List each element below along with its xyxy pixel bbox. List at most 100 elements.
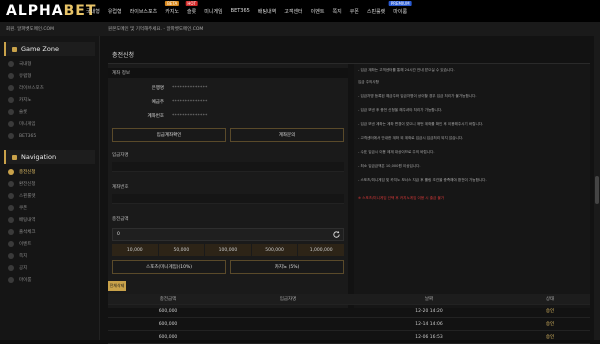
sidebar-item-slot[interactable]: 슬롯 <box>0 106 99 118</box>
sidebar: Game Zone 국내형 유럽형 라이브스포츠 카지노 슬롯 미니게임 BET… <box>0 36 100 340</box>
nav-item-support[interactable]: 고객센터 <box>280 0 306 22</box>
depositor-label: 입금자명 <box>112 153 129 158</box>
nav-item-casino[interactable]: BETA 카지노 <box>161 0 183 22</box>
sidebar-item-casino[interactable]: 카지노 <box>0 94 99 106</box>
history-icon <box>8 217 14 223</box>
info-line: - 최소 입금금액은 10,000원 이상입니다. <box>358 164 421 168</box>
main-content: 충전신청 계좌 정보 은행명 ************** 예금주 ********… <box>100 36 600 344</box>
info-line: 입금 주의사항 <box>358 80 379 84</box>
sidebar-item-minigame[interactable]: 미니게임 <box>0 118 99 130</box>
notice-bar: 회원. 알파벳도메인.COM 원본도메인 및 기억해주세요. - 알파벳도메인.… <box>0 22 600 36</box>
nav-item-live[interactable]: 라이브스포츠 <box>126 0 162 22</box>
account-number-input[interactable] <box>112 194 344 204</box>
depositor-input[interactable] <box>112 162 344 172</box>
nav-item-roulette[interactable]: 스핀룰렛 <box>363 0 389 22</box>
nav-item-message[interactable]: 쪽지 <box>328 0 345 22</box>
sidebar-item-event[interactable]: 이벤트 <box>0 238 99 250</box>
amount-50000-button[interactable]: 50,000 <box>158 244 206 256</box>
deposit-info-panel: - 입금 계좌는 고객센터를 통해 24시간 안내 받으실 수 있습니다. 입금… <box>354 64 590 308</box>
myroom-icon <box>8 277 14 283</box>
page-scrollbar[interactable] <box>594 36 600 340</box>
europe-icon <box>8 73 14 79</box>
deposit-icon <box>8 169 14 175</box>
sidebar-item-bet365[interactable]: BET365 <box>0 130 99 142</box>
sidebar-item-withdraw[interactable]: 환전신청 <box>0 178 99 190</box>
amount-500000-button[interactable]: 500,000 <box>251 244 299 256</box>
sidebar-item-europe[interactable]: 유럽형 <box>0 70 99 82</box>
delete-all-button[interactable]: 전체삭제 <box>108 281 126 291</box>
nav-item-bet-history[interactable]: 배팅내역 <box>254 0 280 22</box>
nav-item-slot[interactable]: HOT 슬롯 <box>183 0 200 22</box>
nav-item-myroom[interactable]: PREMIUM 마이룸 <box>388 0 412 22</box>
sports-bonus-button[interactable]: 스포츠(미니게임)(10%) <box>112 260 226 274</box>
amount-10000-button[interactable]: 10,000 <box>112 244 159 256</box>
sidebar-item-attendance[interactable]: 출석체크 <box>0 226 99 238</box>
table-header: 충전금액 입금자명 날짜 상태 <box>108 294 590 305</box>
account-number-label: 계좌번호 <box>112 185 129 190</box>
navigation-header: Navigation <box>4 150 95 164</box>
amount-input[interactable]: 0 <box>112 228 344 241</box>
table-row[interactable]: 600,000 12-06 16:53 승인 <box>108 331 590 344</box>
notice-left: 회원. 알파벳도메인.COM <box>6 27 54 32</box>
navigation-icon <box>12 154 17 160</box>
top-bar: ALPHABET 국내형 유럽형 라이브스포츠 BETA 카지노 HOT 슬롯 미니… <box>0 0 600 22</box>
sidebar-item-roulette[interactable]: 스핀룰렛 <box>0 190 99 202</box>
holder-row: 예금주 ************** <box>151 99 208 106</box>
attendance-icon <box>8 229 14 235</box>
check-account-button[interactable]: 입금계좌확인 <box>112 128 226 142</box>
premium-badge: PREMIUM <box>388 1 412 6</box>
account-section-header: 계좌 정보 <box>108 68 348 78</box>
amount-value: 0 <box>117 232 120 237</box>
nav-item-europe[interactable]: 유럽형 <box>104 0 126 22</box>
amount-100000-button[interactable]: 100,000 <box>205 244 252 256</box>
inquire-account-button[interactable]: 계좌문의 <box>230 128 344 142</box>
domestic-icon <box>8 61 14 67</box>
withdraw-icon <box>8 181 14 187</box>
amount-1000000-button[interactable]: 1,000,000 <box>298 244 344 256</box>
nav-item-event[interactable]: 이벤트 <box>307 0 329 22</box>
notice-marquee: 원본도메인 및 기억해주세요. - 알파벳도메인.COM <box>108 27 204 32</box>
info-line: - 입금 계좌는 고객센터를 통해 24시간 안내 받으실 수 있습니다. <box>358 68 455 72</box>
brand-logo[interactable]: ALPHABET <box>0 3 95 19</box>
info-line: - 입금 보낸 후 충전 신청을 해주셔야 처리가 가능합니다. <box>358 108 443 112</box>
live-sports-icon <box>8 85 14 91</box>
main-nav: 국내형 유럽형 라이브스포츠 BETA 카지노 HOT 슬롯 미니게임 BET365… <box>82 0 412 22</box>
casino-icon <box>8 97 14 103</box>
nav-item-coupon[interactable]: 쿠폰 <box>346 0 363 22</box>
info-line: - 입금 보낸 계좌는 계좌 변경이 잦으니 매번 계좌를 확인 후 이용해주시… <box>358 122 484 126</box>
event-icon <box>8 241 14 247</box>
bank-row: 은행명 ************** <box>151 85 208 92</box>
info-line: - 수표 입금시 이용 제재 대상이므로 주의 바랍니다. <box>358 150 435 154</box>
table-row[interactable]: 600,000 12-20 14:20 승인 <box>108 305 590 318</box>
refresh-icon[interactable] <box>332 230 341 239</box>
deposit-form: 계좌 정보 은행명 ************** 예금주 *************… <box>108 64 348 308</box>
sidebar-item-live[interactable]: 라이브스포츠 <box>0 82 99 94</box>
message-icon <box>8 253 14 259</box>
casino-bonus-button[interactable]: 카지노 (5%) <box>230 260 344 274</box>
table-row[interactable]: 600,000 12-14 14:06 승인 <box>108 318 590 331</box>
scrollbar-thumb[interactable] <box>595 176 599 204</box>
nav-item-domestic[interactable]: 국내형 <box>82 0 104 22</box>
nav-item-bet365[interactable]: BET365 <box>227 0 254 22</box>
bet365-icon <box>8 133 14 139</box>
beta-badge: BETA <box>165 1 180 6</box>
sidebar-item-deposit[interactable]: 충전신청 <box>0 166 99 178</box>
info-warning: ※ 스포츠/미니게임 선택 후 카지노게임 이용 시 출금 불가 <box>358 196 445 200</box>
nav-item-minigame[interactable]: 미니게임 <box>200 0 226 22</box>
amount-buttons: 10,000 50,000 100,000 500,000 1,000,000 <box>112 244 344 256</box>
deposit-history-table: 충전금액 입금자명 날짜 상태 600,000 12-20 14:20 승인 6… <box>108 294 590 344</box>
info-line: - 입금자명 등록된 예금주와 입금자명이 상이할 경우 입금 처리가 불가능합… <box>358 94 477 98</box>
info-line: - 스포츠/미니게임 및 카지노 보너스 지급 후 롤링 조건을 충족해야 환전… <box>358 178 487 182</box>
sidebar-item-bet-history[interactable]: 배팅내역 <box>0 214 99 226</box>
sidebar-item-myroom[interactable]: 마이룸 <box>0 274 99 286</box>
info-line: - 고객센터에서 안내한 계좌 외 계좌로 입금시 입금처리 되지 않습니다. <box>358 136 464 140</box>
sidebar-item-domestic[interactable]: 국내형 <box>0 58 99 70</box>
amount-label: 충전금액 <box>112 217 129 222</box>
game-zone-icon <box>12 46 17 52</box>
hot-badge: HOT <box>185 1 198 6</box>
sidebar-item-message[interactable]: 쪽지 <box>0 250 99 262</box>
page-title: 충전신청 <box>112 52 135 59</box>
sidebar-item-notice[interactable]: 공지 <box>0 262 99 274</box>
minigame-icon <box>8 121 14 127</box>
sidebar-item-coupon[interactable]: 쿠폰 <box>0 202 99 214</box>
